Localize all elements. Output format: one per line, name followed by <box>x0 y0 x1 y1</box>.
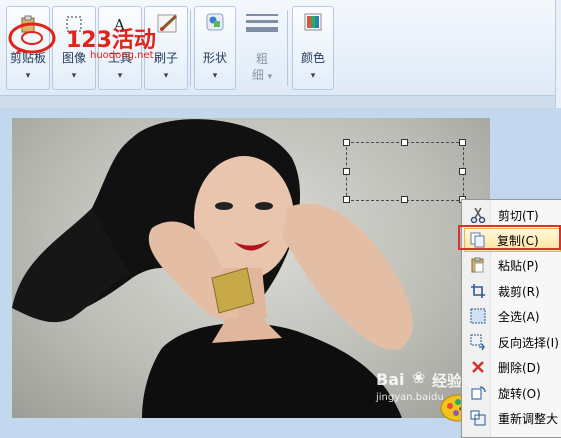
menu-item-crop[interactable]: 裁剪(R) <box>464 279 561 303</box>
chevron-down-icon: ▾ <box>267 72 273 82</box>
rotate-icon <box>471 386 486 400</box>
menu-item-label: 全选(A) <box>498 310 540 324</box>
size-lines-icon <box>246 14 278 32</box>
chevron-down-icon: ▾ <box>25 71 31 81</box>
ribbon-separator <box>190 10 191 86</box>
size-label-1: 粗 <box>255 52 268 66</box>
ribbon-right-edge <box>555 0 561 108</box>
resize-icon <box>470 410 486 426</box>
colors-group[interactable]: 颜色 ▾ <box>292 6 334 90</box>
colors-label: 颜色 <box>300 51 325 65</box>
ribbon-footer <box>0 95 561 109</box>
baidu-paw-icon: ❀ <box>412 368 426 387</box>
watermark-domain-text: huodong.net <box>90 50 154 61</box>
menu-item-select-all[interactable]: 全选(A) <box>464 304 561 328</box>
menu-item-invert-selection[interactable]: 反向选择(I) <box>464 330 561 354</box>
delete-icon <box>472 361 484 373</box>
baidu-logo-text: Bai <box>376 370 405 389</box>
menu-item-label: 删除(D) <box>498 361 541 375</box>
menu-item-label: 旋转(O) <box>498 387 541 401</box>
ribbon-separator <box>287 10 288 86</box>
menu-item-label: 粘贴(P) <box>498 259 539 273</box>
chevron-down-icon: ▾ <box>71 71 77 81</box>
crop-icon <box>471 284 485 298</box>
highlight-annotation-box <box>458 225 561 250</box>
selection-handle[interactable] <box>459 139 466 146</box>
palette-icon <box>304 13 322 31</box>
selection-rectangle[interactable] <box>346 142 464 201</box>
invert-selection-icon <box>470 334 485 350</box>
shapes-label: 形状 <box>202 51 227 65</box>
shapes-group[interactable]: 形状 ▾ <box>194 6 236 90</box>
chevron-down-icon: ▾ <box>310 71 316 81</box>
baidu-url-text: jingyan.baidu <box>376 392 444 403</box>
size-button[interactable]: 粗 细 ▾ <box>240 6 284 88</box>
menu-item-resize[interactable]: 重新调整大 <box>464 406 561 430</box>
chevron-down-icon: ▾ <box>212 71 218 81</box>
chevron-down-icon: ▾ <box>117 71 123 81</box>
scissors-icon <box>470 207 486 223</box>
menu-item-cut[interactable]: 剪切(T) <box>464 203 561 227</box>
paste-icon <box>471 257 484 273</box>
menu-item-delete[interactable]: 删除(D) <box>464 355 561 379</box>
selection-handle[interactable] <box>401 139 408 146</box>
selection-handle[interactable] <box>343 139 350 146</box>
selection-handle[interactable] <box>401 196 408 203</box>
speech-bubble-logo-icon <box>8 22 56 55</box>
selection-handle[interactable] <box>343 196 350 203</box>
size-label-2: 细 <box>251 68 264 82</box>
ribbon: 剪贴板 ▾ 图像 ▾ A 工具 ▾ 刷子 ▾ 形状 ▾ 粗 细 ▾ 颜色 ▾ <box>0 0 561 109</box>
shapes-icon <box>206 13 224 31</box>
chevron-down-icon: ▾ <box>163 71 169 81</box>
menu-item-label: 反向选择(I) <box>498 336 559 350</box>
select-all-icon <box>470 308 486 324</box>
selection-handle[interactable] <box>343 168 350 175</box>
menu-item-label: 裁剪(R) <box>498 285 540 299</box>
menu-item-rotate[interactable]: 旋转(O) <box>464 381 561 405</box>
brush-icon <box>157 14 178 33</box>
menu-item-label: 剪切(T) <box>498 209 539 223</box>
menu-item-paste[interactable]: 粘贴(P) <box>464 253 561 277</box>
menu-item-label: 重新调整大 <box>498 412 559 426</box>
selection-handle[interactable] <box>459 168 466 175</box>
